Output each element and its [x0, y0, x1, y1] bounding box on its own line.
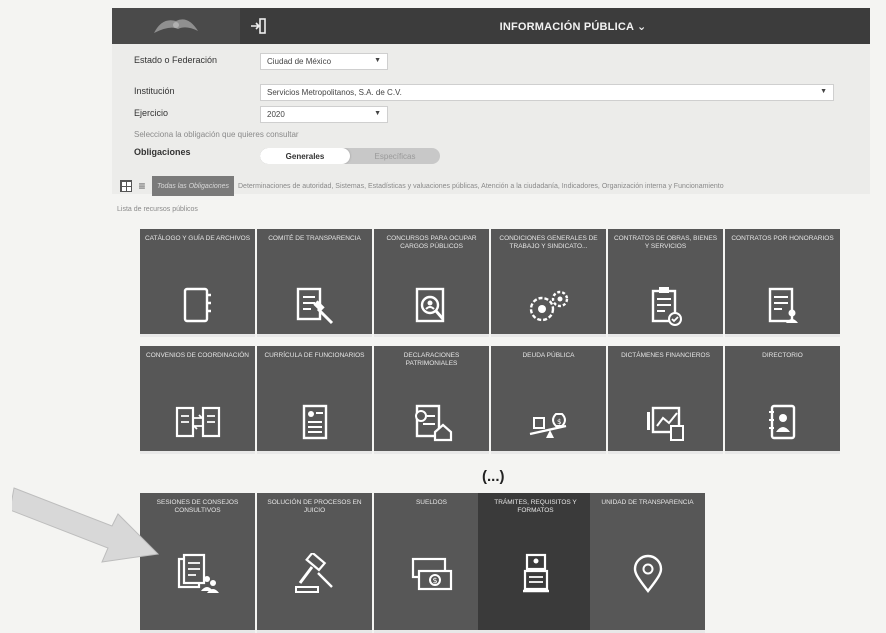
- clipboard-check-icon: [643, 285, 689, 327]
- tile-label: UNIDAD DE TRANSPARENCIA: [601, 499, 694, 506]
- tile-label: CATÁLOGO Y GUÍA DE ARCHIVOS: [144, 235, 251, 242]
- documents-exchange-icon: [175, 402, 221, 444]
- tile-directorio[interactable]: DIRECTORIO: [725, 346, 840, 454]
- kiosk-icon: [513, 553, 559, 595]
- estado-value: Ciudad de México: [267, 57, 332, 66]
- chevron-down-icon: ⌄: [637, 20, 647, 33]
- tile-label: CONDICIONES GENERALES DE TRABAJO Y SINDI…: [499, 235, 598, 250]
- tile-declaraciones-patrimoniales[interactable]: DECLARACIONES PATRIMONIALES: [374, 346, 489, 454]
- page: INFORMACIÓN PÚBLICA ⌄ Estado o Federació…: [0, 0, 886, 633]
- category-badge[interactable]: Todas las Obligaciones: [152, 176, 234, 196]
- dropdown-caret-icon: ▼: [374, 57, 381, 64]
- tile-label: DECLARACIONES PATRIMONIALES: [403, 352, 460, 367]
- gavel-icon: [292, 551, 338, 595]
- tile-concursos-cargos[interactable]: CONCURSOS PARA OCUPAR CARGOS PÚBLICOS: [374, 229, 489, 337]
- selection-hint: Selecciona la obligación que quieres con…: [134, 130, 299, 139]
- tile-label: DEUDA PÚBLICA: [522, 352, 575, 359]
- tile-unidad-transparencia[interactable]: UNIDAD DE TRANSPARENCIA: [590, 493, 705, 633]
- ejercicio-label: Ejercicio: [134, 108, 169, 118]
- estado-label: Estado o Federación: [134, 55, 218, 65]
- toggle-generales[interactable]: Generales: [260, 148, 350, 164]
- chart-calculator-icon: [643, 402, 689, 444]
- annotation-arrow-icon: [12, 487, 160, 563]
- list-view-icon[interactable]: ≡: [136, 180, 148, 192]
- declaration-house-icon: [409, 402, 455, 444]
- archive-folder-icon: [175, 285, 221, 327]
- eagle-logo-icon: [154, 19, 198, 33]
- tile-contratos-obras[interactable]: CONTRATOS DE OBRAS, BIENES Y SERVICIOS: [608, 229, 723, 337]
- documents-people-icon: [175, 553, 221, 595]
- search-person-document-icon: [409, 285, 455, 327]
- logo[interactable]: [112, 8, 240, 44]
- tile-dictamenes-financieros[interactable]: DICTÁMENES FINANCIEROS: [608, 346, 723, 454]
- category-description: Determinaciones de autoridad, Sistemas, …: [238, 182, 724, 190]
- location-pin-icon: [625, 553, 671, 595]
- tile-label: DICTÁMENES FINANCIEROS: [621, 352, 710, 359]
- address-book-icon: [760, 402, 806, 444]
- svg-text:$: $: [557, 418, 561, 426]
- more-indicator: (...): [482, 468, 505, 485]
- tile-deuda-publica[interactable]: DEUDA PÚBLICA $: [491, 346, 606, 454]
- page-title-menu[interactable]: INFORMACIÓN PÚBLICA ⌄: [276, 20, 870, 33]
- tile-label: CURRÍCULA DE FUNCIONARIOS: [264, 352, 365, 359]
- ejercicio-select[interactable]: 2020 ▼: [260, 106, 388, 123]
- toggle-especificas[interactable]: Específicas: [350, 148, 440, 164]
- tile-sueldos[interactable]: SUELDOS $: [374, 493, 489, 633]
- view-options: ≡ Todas las Obligaciones Determinaciones…: [120, 176, 724, 196]
- tile-comite-transparencia[interactable]: COMITÉ DE TRANSPARENCIA: [257, 229, 372, 337]
- tile-label: SUELDOS: [415, 499, 448, 506]
- tile-label: DIRECTORIO: [762, 352, 803, 359]
- document-gavel-icon: [292, 285, 338, 327]
- tile-label: COMITÉ DE TRANSPARENCIA: [268, 235, 361, 242]
- tile-curricula-funcionarios[interactable]: CURRÍCULA DE FUNCIONARIOS: [257, 346, 372, 454]
- tile-label: SOLUCIÓN DE PROCESOS EN JUICIO: [267, 499, 362, 514]
- obligaciones-label: Obligaciones: [134, 147, 191, 157]
- institucion-select[interactable]: Servicios Metropolitanos, S.A. de C.V. ▼: [260, 84, 834, 101]
- ejercicio-value: 2020: [267, 110, 285, 119]
- tile-convenios-coordinacion[interactable]: CONVENIOS DE COORDINACIÓN: [140, 346, 255, 454]
- list-subtitle: Lista de recursos públicos: [117, 206, 198, 213]
- tile-label: TRÁMITES, REQUISITOS Y FORMATOS: [494, 499, 577, 514]
- institucion-label: Institución: [134, 86, 175, 96]
- tile-label: CONVENIOS DE COORDINACIÓN: [146, 352, 249, 359]
- dropdown-caret-icon: ▼: [820, 88, 827, 95]
- gears-person-icon: [526, 285, 572, 327]
- tile-condiciones-trabajo[interactable]: CONDICIONES GENERALES DE TRABAJO Y SINDI…: [491, 229, 606, 337]
- scale-money-icon: $: [526, 402, 572, 444]
- dropdown-caret-icon: ▼: [374, 110, 381, 117]
- document-person-icon: [760, 285, 806, 327]
- login-icon[interactable]: [240, 8, 276, 44]
- obligaciones-toggle: Generales Específicas: [260, 148, 440, 164]
- svg-text:$: $: [432, 576, 437, 585]
- estado-select[interactable]: Ciudad de México ▼: [260, 53, 388, 70]
- institucion-value: Servicios Metropolitanos, S.A. de C.V.: [267, 88, 402, 97]
- banknotes-icon: $: [409, 553, 455, 595]
- tile-contratos-honorarios[interactable]: CONTRATOS POR HONORARIOS: [725, 229, 840, 337]
- tile-solucion-procesos[interactable]: SOLUCIÓN DE PROCESOS EN JUICIO: [257, 493, 372, 633]
- tile-label: CONTRATOS POR HONORARIOS: [731, 235, 834, 242]
- tile-label: CONTRATOS DE OBRAS, BIENES Y SERVICIOS: [613, 235, 718, 250]
- resume-icon: [292, 402, 338, 444]
- tile-tramites-requisitos[interactable]: TRÁMITES, REQUISITOS Y FORMATOS: [478, 493, 593, 633]
- page-title: INFORMACIÓN PÚBLICA: [499, 20, 634, 33]
- grid-view-icon[interactable]: [120, 180, 132, 192]
- tile-label: CONCURSOS PARA OCUPAR CARGOS PÚBLICOS: [386, 235, 477, 250]
- top-navigation-bar: INFORMACIÓN PÚBLICA ⌄: [112, 8, 870, 44]
- filter-form: Estado o Federación Ciudad de México ▼ I…: [112, 44, 870, 194]
- tile-catalogo-archivos[interactable]: CATÁLOGO Y GUÍA DE ARCHIVOS: [140, 229, 255, 337]
